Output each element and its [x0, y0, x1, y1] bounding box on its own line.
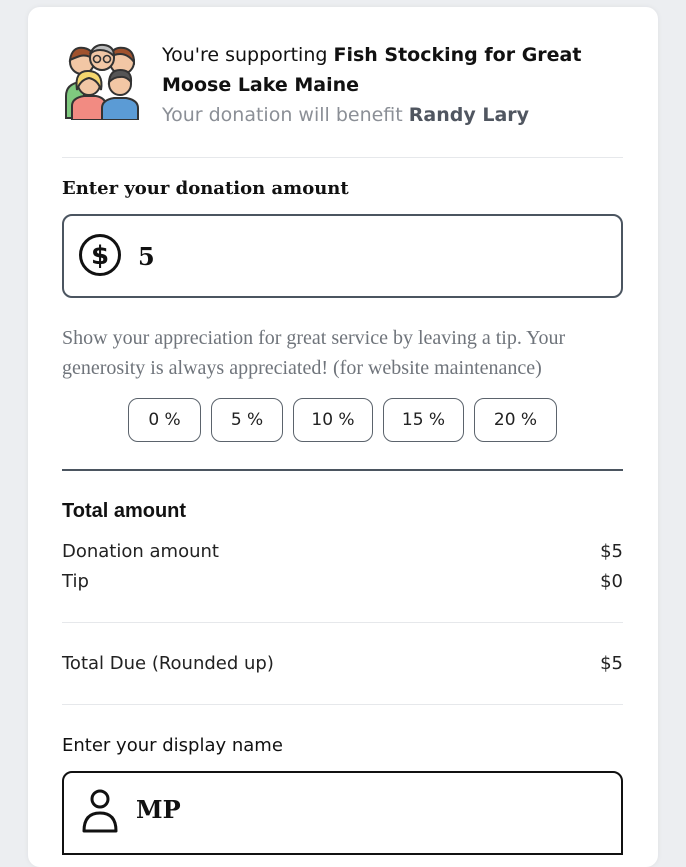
beneficiary-name: Randy Lary: [408, 104, 530, 126]
person-icon: [82, 789, 118, 833]
svg-text:$: $: [91, 241, 109, 271]
tip-10-button[interactable]: 10 %: [293, 398, 373, 442]
total-due-label: Total Due (Rounded up): [62, 653, 274, 674]
tip-20-button[interactable]: 20 %: [474, 398, 557, 442]
benefit-prefix: Your donation will benefit: [162, 104, 409, 126]
supporting-prefix: You're supporting: [162, 44, 334, 66]
tip-options: 0 % 5 % 10 % 15 % 20 %: [128, 398, 557, 442]
tip-divider: [62, 469, 623, 471]
donation-amount-row-value: $5: [600, 541, 623, 562]
tip-5-button[interactable]: 5 %: [211, 398, 283, 442]
donation-amount-row-label: Donation amount: [62, 541, 219, 562]
total-due-value: $5: [600, 653, 623, 674]
display-name-value[interactable]: MP: [136, 795, 181, 824]
group-of-people-icon: [65, 43, 139, 120]
tip-0-button[interactable]: 0 %: [128, 398, 201, 442]
donation-amount-value[interactable]: 5: [138, 242, 155, 271]
tip-row-label: Tip: [62, 571, 89, 592]
totals-divider: [62, 622, 623, 623]
display-name-label: Enter your display name: [62, 735, 283, 756]
tip-message: Show your appreciation for great service…: [62, 327, 566, 379]
due-divider: [62, 704, 623, 705]
dollar-circle-icon: $: [79, 234, 121, 276]
campaign-header: You're supporting Fish Stocking for Grea…: [62, 40, 623, 130]
display-name-input[interactable]: MP: [62, 771, 623, 855]
tip-15-button[interactable]: 15 %: [383, 398, 464, 442]
tip-row-value: $0: [600, 571, 623, 592]
donation-amount-label: Enter your donation amount: [62, 178, 349, 199]
donation-amount-input[interactable]: $ 5: [62, 214, 623, 298]
header-text: You're supporting Fish Stocking for Grea…: [162, 40, 622, 130]
total-amount-title: Total amount: [62, 500, 187, 522]
header-divider: [62, 157, 623, 158]
